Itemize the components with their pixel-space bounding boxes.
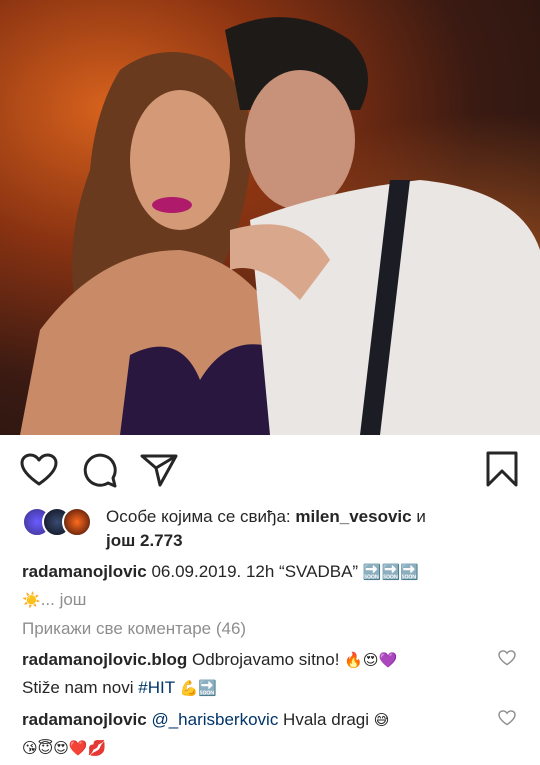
liker-username[interactable]: milen_vesovic: [295, 507, 411, 526]
likes-summary[interactable]: Особе којима се свиђа: milen_vesovic и ј…: [106, 505, 526, 553]
caption-text: 06.09.2019. 12h “SVADBA”: [146, 562, 363, 581]
view-all-comments-link[interactable]: Прикажи све коментаре (46): [22, 619, 246, 639]
likes-conjunction: и: [411, 507, 426, 526]
post-caption: radamanojlovic 06.09.2019. 12h “SVADBA” …: [22, 558, 512, 614]
comment-username[interactable]: radamanojlovic: [22, 710, 147, 729]
comment-icon[interactable]: [82, 453, 118, 489]
heart-icon[interactable]: [20, 453, 58, 487]
hashtag-link[interactable]: #HIT: [138, 678, 175, 697]
photo-figures: [20, 17, 540, 435]
comment-text: Hvala dragi: [278, 710, 374, 729]
caption-emoji: 🔜🔜🔜: [362, 563, 419, 581]
likes-count[interactable]: још 2.773: [106, 531, 183, 550]
liker-avatars[interactable]: [22, 507, 100, 537]
sun-emoji: ☀️: [22, 591, 41, 609]
action-bar: [0, 435, 540, 497]
likes-prefix: Особе којима се свиђа:: [106, 507, 296, 526]
comment-text-line2: Stiže nam novi: [22, 678, 139, 697]
comment-emoji-line2: 😘😇😍❤️💋: [22, 739, 107, 757]
comment: radamanojlovic @_harisberkovic Hvala dra…: [22, 706, 492, 762]
mention-link[interactable]: @_harisberkovic: [151, 710, 278, 729]
comment-emoji-line2: 💪🔜: [179, 679, 217, 697]
caption-more-link[interactable]: ... још: [41, 590, 87, 609]
avatar[interactable]: [62, 507, 92, 537]
send-icon[interactable]: [140, 453, 178, 487]
caption-username[interactable]: radamanojlovic: [22, 562, 147, 581]
comment-emoji: 🔥😍💜: [344, 651, 398, 669]
post-photo[interactable]: [0, 0, 540, 435]
comment-username[interactable]: radamanojlovic.blog: [22, 650, 187, 669]
likes-row: Особе којима се свиђа: milen_vesovic и ј…: [22, 505, 522, 553]
comment-like-heart-icon[interactable]: [498, 710, 516, 726]
comment-text: Odbrojavamo sitno!: [187, 650, 345, 669]
bookmark-icon[interactable]: [486, 451, 518, 487]
comment-like-heart-icon[interactable]: [498, 650, 516, 666]
comment-emoji: 😅: [373, 711, 390, 729]
comment: radamanojlovic.blog Odbrojavamo sitno! 🔥…: [22, 646, 492, 702]
